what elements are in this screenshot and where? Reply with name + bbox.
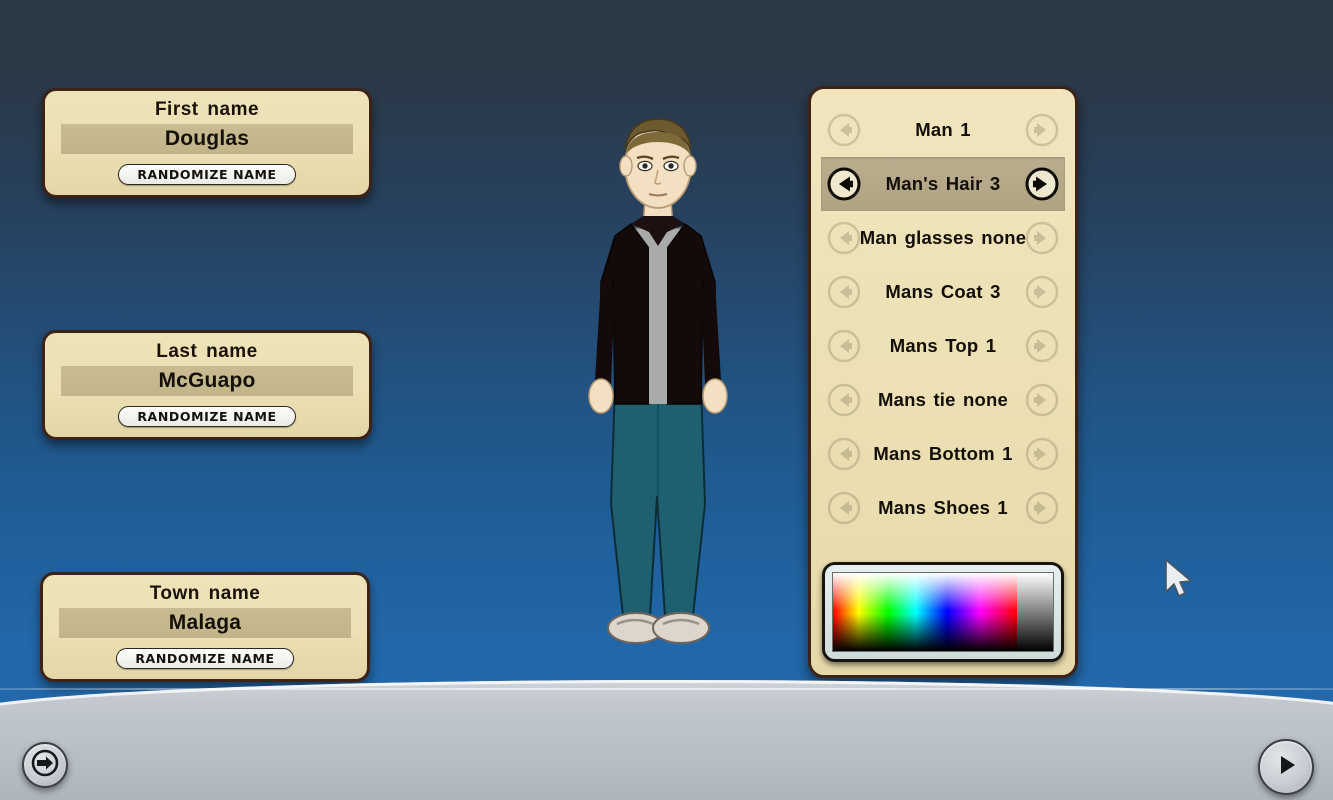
first-name-label: First name: [154, 99, 260, 120]
character-creation-screen: First name Douglas RANDOMIZE NAME Last n…: [0, 0, 1333, 800]
arrow-left-icon[interactable]: [827, 383, 861, 417]
arrow-left-icon[interactable]: [827, 491, 861, 525]
option-row-mans-tie[interactable]: Mans tie none: [821, 373, 1065, 427]
arrow-right-icon[interactable]: [1025, 491, 1059, 525]
arrow-left-icon[interactable]: [827, 167, 861, 201]
arrow-right-icon[interactable]: [1025, 437, 1059, 471]
arrow-right-icon[interactable]: [1025, 167, 1059, 201]
option-label-mans-tie: Mans tie none: [878, 389, 1008, 410]
mouse-pointer-icon: [1163, 558, 1199, 604]
randomize-first-name-button[interactable]: RANDOMIZE NAME: [118, 164, 296, 185]
town-name-value: Malaga: [168, 611, 242, 634]
grayscale-strip[interactable]: [1017, 573, 1053, 651]
randomize-town-name-button[interactable]: RANDOMIZE NAME: [116, 648, 294, 669]
arrow-right-icon[interactable]: [1025, 113, 1059, 147]
option-row-mans-top[interactable]: Mans Top 1: [821, 319, 1065, 373]
option-label-mans-coat: Mans Coat 3: [885, 281, 1001, 302]
first-name-field[interactable]: Douglas: [61, 124, 353, 154]
arrow-left-icon[interactable]: [827, 113, 861, 147]
option-label-mans-bottom: Mans Bottom 1: [873, 443, 1013, 464]
option-label-mans-hair: Man's Hair 3: [885, 173, 1001, 194]
option-row-mans-shoes[interactable]: Mans Shoes 1: [821, 481, 1065, 535]
first-name-panel: First name Douglas RANDOMIZE NAME: [42, 88, 372, 198]
play-arrow-icon: [1269, 748, 1303, 787]
option-label-man: Man 1: [915, 119, 971, 140]
arrow-left-icon[interactable]: [827, 275, 861, 309]
last-name-panel: Last name McGuapo RANDOMIZE NAME: [42, 330, 372, 440]
option-row-mans-bottom[interactable]: Mans Bottom 1: [821, 427, 1065, 481]
arrow-right-icon[interactable]: [1025, 275, 1059, 309]
next-button[interactable]: [1258, 739, 1314, 795]
option-label-mans-shoes: Mans Shoes 1: [878, 497, 1008, 518]
last-name-field[interactable]: McGuapo: [61, 366, 353, 396]
exit-button[interactable]: [22, 742, 68, 788]
first-name-value: Douglas: [164, 127, 250, 150]
randomize-last-name-button[interactable]: RANDOMIZE NAME: [118, 406, 296, 427]
option-label-mans-top: Mans Top 1: [889, 335, 997, 356]
color-picker[interactable]: [832, 572, 1054, 652]
last-name-value: McGuapo: [158, 369, 256, 392]
character-preview: [553, 104, 763, 644]
option-row-man-glasses[interactable]: Man glasses none: [821, 211, 1065, 265]
arrow-left-icon[interactable]: [827, 437, 861, 471]
color-picker-panel: [822, 562, 1064, 662]
town-name-panel: Town name Malaga RANDOMIZE NAME: [40, 572, 370, 682]
last-name-label: Last name: [156, 341, 258, 362]
exit-arrow-icon: [30, 748, 60, 783]
arrow-left-icon[interactable]: [827, 329, 861, 363]
hue-saturation-area[interactable]: [833, 573, 1017, 651]
town-name-field[interactable]: Malaga: [59, 608, 351, 638]
arrow-right-icon[interactable]: [1025, 383, 1059, 417]
option-row-man[interactable]: Man 1: [821, 103, 1065, 157]
town-name-label: Town name: [149, 583, 261, 604]
arrow-right-icon[interactable]: [1025, 221, 1059, 255]
bottom-navigation-bar: [0, 680, 1333, 800]
option-label-man-glasses: Man glasses none: [859, 227, 1027, 248]
arrow-left-icon[interactable]: [827, 221, 861, 255]
arrow-right-icon[interactable]: [1025, 329, 1059, 363]
option-row-mans-hair[interactable]: Man's Hair 3: [821, 157, 1065, 211]
option-row-mans-coat[interactable]: Mans Coat 3: [821, 265, 1065, 319]
